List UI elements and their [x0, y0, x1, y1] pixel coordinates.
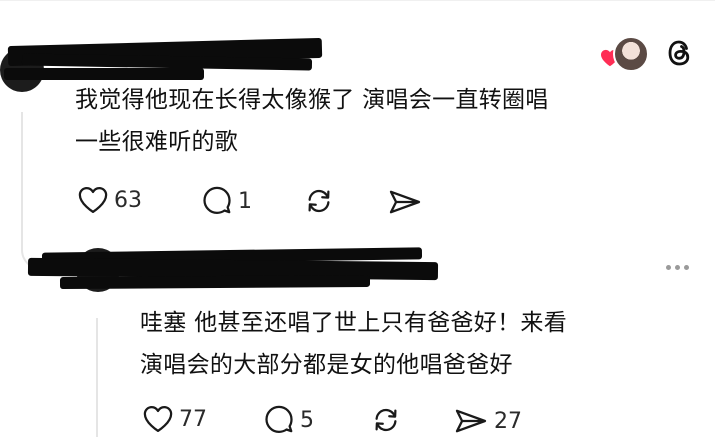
- heart-outline-icon: [143, 406, 173, 432]
- like-count: 63: [114, 187, 142, 213]
- reactor-avatar[interactable]: [613, 36, 649, 72]
- threads-logo-icon[interactable]: [663, 36, 697, 70]
- reply-count: 1: [238, 188, 252, 214]
- top-divider: [0, 0, 715, 1]
- comment-text-line: 我觉得他现在长得太像猴了 演唱会一直转圈唱: [75, 87, 549, 113]
- share-count: 27: [494, 408, 522, 434]
- heart-outline-icon: [78, 187, 108, 213]
- repost-button[interactable]: [370, 405, 402, 435]
- more-dot: [675, 265, 680, 270]
- like-button[interactable]: 77: [143, 405, 207, 433]
- reply-button[interactable]: 5: [264, 405, 314, 435]
- comment-text-line: 哇塞 他甚至还唱了世上只有爸爸好！来看: [140, 310, 568, 336]
- reply-button[interactable]: 1: [202, 186, 252, 216]
- repost-arrows-icon: [375, 408, 397, 432]
- speech-bubble-icon: [265, 405, 293, 433]
- thread-connector-line: [21, 112, 23, 240]
- send-arrow-icon: [389, 190, 421, 214]
- repost-arrows-icon: [308, 189, 330, 213]
- speech-bubble-icon: [203, 186, 231, 214]
- more-dot: [684, 265, 689, 270]
- send-arrow-icon: [455, 409, 487, 433]
- comment-text-line: 一些很难听的歌: [75, 129, 239, 155]
- more-dot: [666, 265, 671, 270]
- more-options-button[interactable]: [666, 265, 689, 270]
- redacted-username: [59, 274, 371, 290]
- repost-button[interactable]: [303, 186, 335, 216]
- share-button[interactable]: 27: [454, 407, 522, 435]
- thread-connector-line: [96, 318, 98, 437]
- redacted-username: [4, 68, 204, 80]
- like-count: 77: [179, 406, 207, 432]
- like-button[interactable]: 63: [78, 186, 142, 214]
- reply-count: 5: [300, 407, 314, 433]
- comment-text-line: 演唱会的大部分都是女的他唱爸爸好: [140, 352, 513, 378]
- share-button[interactable]: [388, 188, 422, 216]
